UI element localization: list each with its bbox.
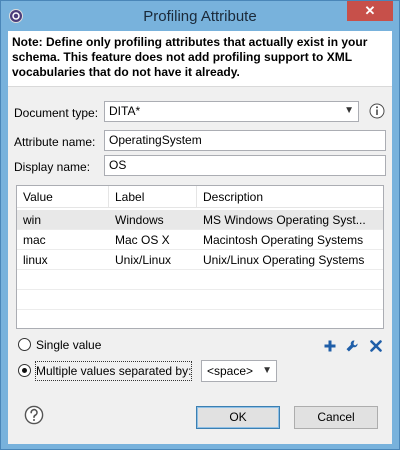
dialog-content: Note: Define only profiling attributes t…	[8, 31, 392, 444]
add-icon[interactable]	[323, 339, 337, 353]
multiple-values-option[interactable]: Multiple values separated by:	[18, 361, 194, 381]
separator-value: <space>	[207, 364, 254, 378]
cell-label: Mac OS X	[115, 233, 170, 247]
table-row-empty	[17, 290, 383, 310]
window-title: Profiling Attribute	[143, 8, 257, 25]
cell-value: linux	[23, 253, 48, 267]
cell-label: Windows	[115, 213, 164, 227]
column-header-description[interactable]: Description	[197, 186, 383, 208]
display-name-label: Display name:	[14, 160, 91, 174]
dialog-window: Profiling Attribute ✕ Note: Define only …	[0, 0, 400, 450]
title-bar[interactable]: Profiling Attribute ✕	[1, 1, 399, 31]
single-value-option[interactable]: Single value	[18, 336, 138, 354]
display-name-field[interactable]: OS	[104, 155, 386, 176]
document-type-combo[interactable]: DITA* ▼	[104, 101, 359, 122]
values-table[interactable]: Value Label Description win Windows MS W…	[16, 185, 384, 329]
attribute-name-field[interactable]: OperatingSystem	[104, 130, 386, 151]
remove-icon[interactable]	[369, 339, 383, 353]
separator-select[interactable]: <space> ▼	[201, 360, 277, 382]
table-header: Value Label Description	[17, 186, 383, 208]
chevron-down-icon: ▼	[262, 365, 272, 376]
note-text: Note: Define only profiling attributes t…	[12, 35, 368, 79]
help-icon[interactable]	[24, 405, 44, 425]
column-header-value[interactable]: Value	[17, 186, 109, 208]
ok-button[interactable]: OK	[196, 406, 280, 429]
table-row[interactable]: linux Unix/Linux Unix/Linux Operating Sy…	[17, 250, 383, 270]
table-row-empty	[17, 270, 383, 290]
info-icon[interactable]	[369, 103, 385, 119]
close-button[interactable]: ✕	[347, 1, 393, 21]
multiple-values-radio[interactable]	[18, 364, 31, 377]
single-value-radio[interactable]	[18, 338, 31, 351]
table-row[interactable]: mac Mac OS X Macintosh Operating Systems	[17, 230, 383, 250]
cell-value: win	[23, 213, 42, 227]
edit-icon[interactable]	[345, 339, 359, 353]
note-area: Note: Define only profiling attributes t…	[8, 31, 392, 87]
single-value-label: Single value	[36, 338, 102, 352]
cell-description: Macintosh Operating Systems	[203, 233, 364, 247]
document-type-label: Document type:	[14, 106, 99, 120]
chevron-down-icon: ▼	[344, 105, 354, 116]
multiple-values-label: Multiple values separated by:	[34, 361, 193, 381]
column-header-label[interactable]: Label	[109, 186, 197, 208]
table-row[interactable]: win Windows MS Windows Operating Syst...	[17, 210, 383, 230]
attribute-name-label: Attribute name:	[14, 135, 96, 149]
cancel-button[interactable]: Cancel	[294, 406, 378, 429]
cell-description: MS Windows Operating Syst...	[203, 213, 366, 227]
cell-description: Unix/Linux Operating Systems	[203, 253, 365, 267]
document-type-value: DITA*	[109, 104, 141, 118]
cell-value: mac	[23, 233, 46, 247]
cell-label: Unix/Linux	[115, 253, 172, 267]
